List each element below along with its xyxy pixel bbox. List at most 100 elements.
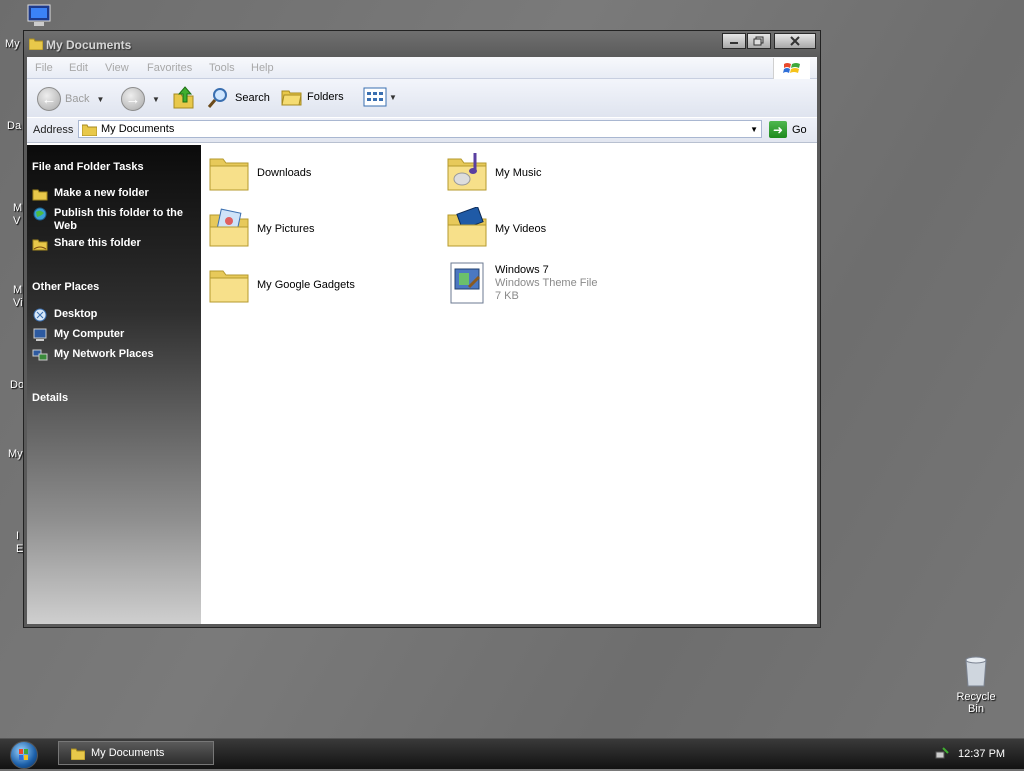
file-name: Windows 7 (495, 263, 549, 276)
folders-icon (281, 90, 302, 106)
search-label: Search (235, 92, 270, 104)
share-folder-icon (32, 239, 48, 251)
menu-file[interactable]: File (35, 62, 53, 74)
folder-icon (209, 158, 249, 191)
windows-logo-icon (773, 58, 810, 79)
folders-label: Folders (307, 91, 344, 103)
place-my-computer[interactable]: My Computer (32, 328, 197, 342)
menu-view[interactable]: View (105, 62, 129, 74)
back-label: Back (65, 93, 90, 105)
system-tray: 12:37 PM (934, 739, 1024, 769)
menu-bar: File Edit View Favorites Tools Help (27, 57, 817, 79)
menu-help[interactable]: Help (251, 62, 274, 74)
file-name: My Music (495, 167, 542, 179)
start-button[interactable] (10, 741, 38, 769)
desktop-label-1[interactable]: My (5, 38, 20, 50)
other-places-header[interactable]: Other Places (32, 281, 99, 293)
taskbar-item-label: My Documents (91, 747, 165, 759)
recycle-bin[interactable]: Recycle Bin (948, 656, 1004, 715)
address-bar: Address My Documents ▼ ➜ Go (27, 118, 817, 143)
desktop-label-4[interactable]: M Vi (13, 284, 23, 310)
forward-arrow-icon: → (121, 87, 145, 111)
minimize-button[interactable] (722, 33, 746, 49)
close-button[interactable] (774, 33, 816, 49)
place-desktop[interactable]: Desktop (32, 308, 197, 322)
taskbar: My Documents 12:37 PM (0, 738, 1024, 769)
place-my-network[interactable]: My Network Places (32, 348, 197, 362)
desktop-icon (33, 308, 47, 322)
file-size: 7 KB (495, 289, 519, 302)
desktop-label-6[interactable]: My (8, 448, 23, 460)
search-icon (207, 88, 227, 108)
toolbar: ← Back ▼ → ▼ Search Folders ▼ (27, 79, 817, 117)
minimize-icon (730, 42, 738, 44)
folder-icon (82, 124, 97, 136)
maximize-button[interactable] (747, 33, 771, 49)
file-type: Windows Theme File (495, 276, 598, 289)
back-button[interactable]: ← Back ▼ (37, 87, 104, 111)
restore-icon (753, 36, 764, 46)
globe-icon (33, 207, 47, 221)
taskbar-item-my-documents[interactable]: My Documents (58, 741, 214, 765)
pictures-folder-icon (209, 208, 249, 247)
file-item-my-pictures[interactable]: My Pictures (207, 207, 314, 251)
task-publish-web[interactable]: Publish this folder to the Web (32, 207, 197, 233)
back-arrow-icon: ← (37, 87, 61, 111)
views-dropdown-icon: ▼ (389, 92, 397, 102)
menu-favorites[interactable]: Favorites (147, 62, 192, 74)
windows-start-icon (19, 749, 28, 760)
desktop-label-2[interactable]: Da (7, 120, 21, 132)
clock[interactable]: 12:37 PM (958, 748, 1005, 760)
address-value: My Documents (101, 123, 175, 135)
forward-dropdown-icon[interactable]: ▼ (152, 95, 160, 104)
go-label: Go (792, 123, 807, 136)
views-button[interactable]: ▼ (363, 87, 397, 107)
up-folder-icon (173, 86, 194, 109)
menu-tools[interactable]: Tools (209, 62, 235, 74)
back-dropdown-icon[interactable]: ▼ (96, 95, 104, 104)
task-pane: File and Folder Tasks Make a new folder … (27, 145, 201, 624)
recycle-bin-icon (965, 656, 987, 687)
address-label: Address (33, 124, 74, 136)
search-button[interactable]: Search (207, 87, 270, 109)
task-make-new-folder[interactable]: Make a new folder (32, 187, 197, 201)
computer-icon (33, 328, 47, 341)
file-view: Downloads My Music My Pictures My Videos… (201, 145, 817, 624)
address-dropdown-icon[interactable]: ▼ (750, 125, 758, 134)
close-icon (790, 36, 800, 46)
file-name: Downloads (257, 167, 312, 179)
folder-icon (29, 38, 43, 50)
views-icon (363, 87, 387, 107)
task-share-folder[interactable]: Share this folder (32, 237, 197, 251)
address-field[interactable]: My Documents ▼ (78, 120, 762, 138)
network-icon (32, 349, 48, 361)
file-folder-tasks-header[interactable]: File and Folder Tasks (32, 161, 144, 173)
explorer-window: My Documents File Edit View Favorites To… (23, 30, 821, 628)
desktop-computer-icon[interactable] (26, 4, 54, 28)
menu-edit[interactable]: Edit (69, 62, 88, 74)
file-item-my-google-gadgets[interactable]: My Google Gadgets (207, 263, 355, 307)
file-name: My Google Gadgets (257, 279, 355, 291)
music-folder-icon (447, 153, 487, 191)
up-folder-button[interactable] (173, 86, 195, 110)
file-item-my-music[interactable]: My Music (445, 151, 541, 195)
file-name: My Videos (495, 223, 547, 235)
title-bar[interactable]: My Documents (24, 31, 820, 57)
file-item-my-videos[interactable]: My Videos (445, 207, 546, 251)
network-status-icon[interactable] (934, 746, 950, 762)
file-item-downloads[interactable]: Downloads (207, 151, 311, 195)
folder-icon (71, 748, 85, 760)
folder-icon (209, 270, 249, 303)
forward-button[interactable]: → ▼ (121, 87, 160, 111)
file-item-windows-7-theme[interactable]: Windows 7 Windows Theme File 7 KB (445, 261, 598, 305)
desktop-label-3[interactable]: MV (13, 202, 22, 228)
file-name: My Pictures (257, 223, 315, 235)
window-title: My Documents (46, 38, 132, 52)
window-client: File Edit View Favorites Tools Help ← Ba… (27, 57, 817, 624)
videos-folder-icon (447, 207, 487, 247)
go-button[interactable]: ➜ Go (769, 121, 807, 138)
folders-button[interactable]: Folders (281, 87, 344, 107)
theme-file-icon (450, 262, 484, 304)
desktop-label-5[interactable]: Do (10, 379, 24, 391)
details-header[interactable]: Details (32, 392, 68, 404)
